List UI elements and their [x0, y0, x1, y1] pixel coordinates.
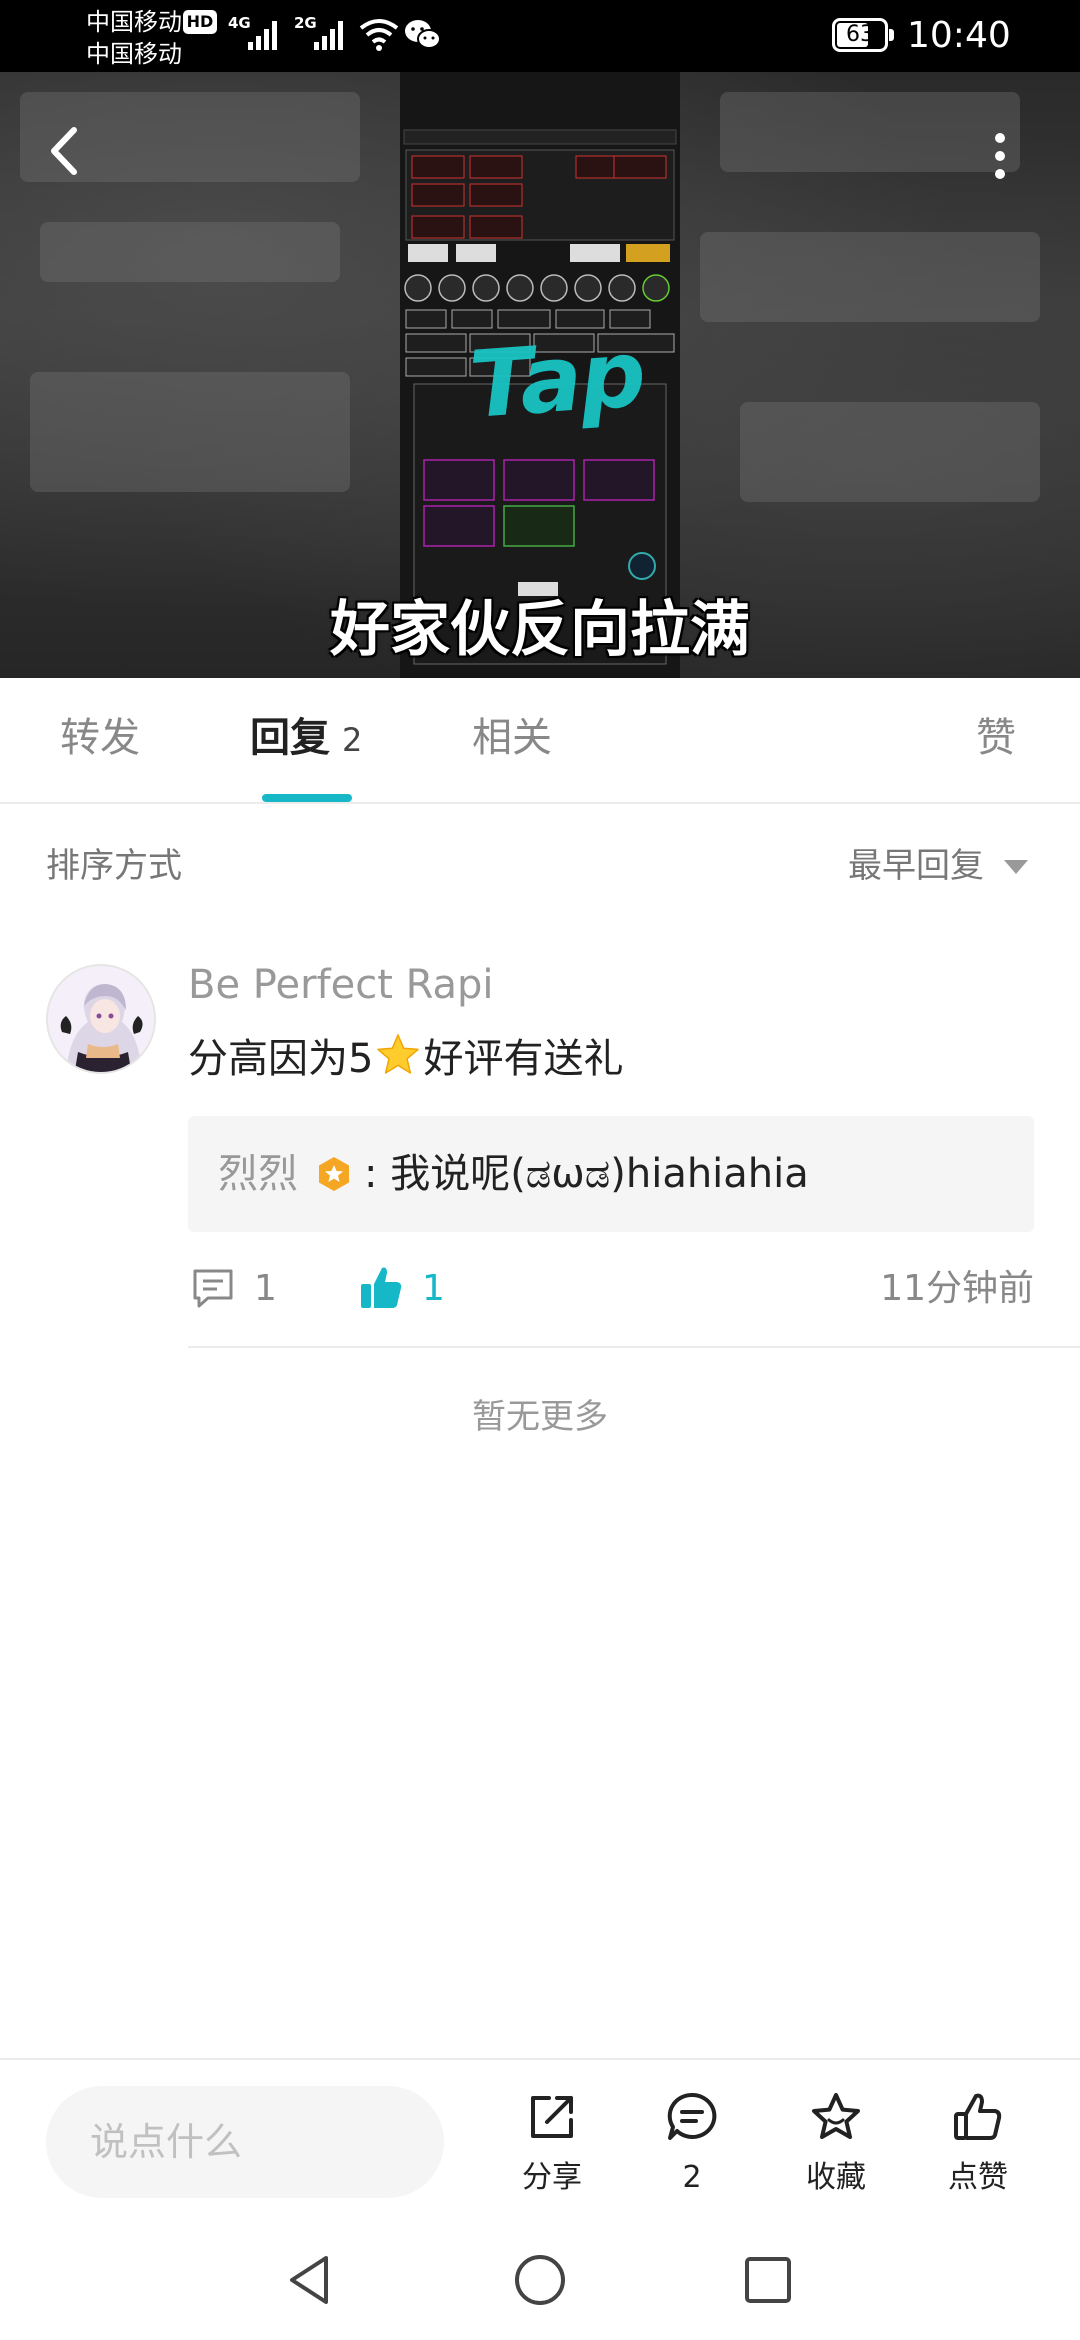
comment-text-part-1: 分高因为5 [188, 1036, 374, 1082]
battery-level: 63 [846, 22, 874, 47]
reply-author[interactable]: 烈烈 [218, 1148, 298, 1200]
share-button[interactable]: 分享 [502, 2090, 602, 2210]
comment-text-part-2: 好评有送礼 [423, 1036, 624, 1082]
tab-label: 转发 [60, 715, 140, 761]
active-tab-indicator [262, 794, 352, 802]
reply-count: 1 [254, 1268, 277, 1309]
nav-recents-icon[interactable] [738, 2250, 798, 2310]
thumbs-up-icon[interactable] [358, 1262, 404, 1312]
thumbs-up-outline-icon [954, 2093, 1002, 2140]
comment-bubble-icon[interactable] [190, 1266, 236, 1312]
comments-count-label: 2 [682, 2160, 702, 2195]
comment-time: 11分钟前 [880, 1268, 1034, 1309]
avatar[interactable] [46, 964, 156, 1074]
carrier-2: 中国移动 [86, 40, 182, 68]
tab-label: 赞 [976, 715, 1016, 761]
level-badge-icon [319, 1157, 349, 1191]
star-emoji-icon [377, 1034, 420, 1074]
back-button[interactable] [36, 116, 96, 186]
battery-icon: 63 [832, 18, 894, 52]
comment-author[interactable]: Be Perfect Rapi [188, 960, 494, 1010]
blurred-shape [30, 372, 350, 492]
system-nav-bar [0, 2220, 1080, 2340]
comments-button[interactable]: 2 [642, 2090, 742, 2210]
tab-replies[interactable]: 回复 2 [250, 712, 362, 766]
wifi-icon [359, 19, 399, 51]
signal-icon-2 [314, 21, 343, 50]
share-label: 分享 [522, 2160, 582, 2195]
comment-input[interactable] [46, 2086, 444, 2198]
nav-home-icon[interactable] [510, 2250, 570, 2310]
tap-watermark-logo: Tap [466, 320, 648, 439]
signal-icon [248, 21, 277, 50]
tab-related[interactable]: 相关 [472, 712, 552, 764]
video-subtitle: 好家伙反向拉满 [330, 595, 750, 665]
star-icon [812, 2093, 860, 2139]
no-more-text: 暂无更多 [472, 1397, 608, 1437]
like-count: 1 [422, 1268, 445, 1309]
tab-label: 回复 [250, 715, 330, 761]
tab-bar: 转发 回复 2 相关 赞 [0, 678, 1080, 804]
bottom-action-bar: 分享 2 收藏 点赞 [0, 2058, 1080, 2222]
blurred-shape [720, 92, 1020, 172]
tab-reply-count: 2 [342, 721, 363, 759]
more-options-button[interactable] [978, 124, 1022, 194]
status-time: 10:40 [907, 15, 1011, 56]
comment-text: 分高因为5 好评有送礼 [188, 1032, 623, 1086]
more-vertical-icon [995, 133, 1005, 179]
reply-text: : 我说呢(ಡωಡ)hiahiahia [364, 1151, 809, 1197]
sort-dropdown[interactable]: 最早回复 [848, 844, 984, 888]
nav-back-icon[interactable] [280, 2250, 340, 2310]
back-arrow-icon [51, 127, 77, 175]
reply-preview[interactable]: 烈烈 : 我说呢(ಡωಡ)hiahiahia [188, 1116, 1034, 1232]
divider [188, 1346, 1080, 1348]
caret-down-icon[interactable] [1004, 860, 1028, 874]
hd-badge: HD [183, 10, 217, 34]
tab-label: 相关 [472, 715, 552, 761]
video-player[interactable]: Tap 好家伙反向拉满 [0, 72, 1080, 678]
share-icon [531, 2096, 573, 2138]
favorite-button[interactable]: 收藏 [786, 2090, 886, 2210]
like-button[interactable]: 点赞 [928, 2090, 1028, 2210]
comment-actions: 1 1 11分钟前 [188, 1260, 1034, 1320]
comment-icon [667, 2092, 717, 2140]
sort-row: 排序方式 最早回复 [0, 804, 1080, 928]
wechat-icon [405, 20, 441, 49]
avatar-image [48, 966, 154, 1072]
tab-likes[interactable]: 赞 [976, 712, 1016, 764]
blurred-shape [700, 232, 1040, 322]
blurred-shape [740, 402, 1040, 502]
blurred-shape [40, 222, 340, 282]
like-label: 点赞 [948, 2160, 1008, 2195]
sort-label: 排序方式 [46, 846, 182, 886]
favorite-label: 收藏 [806, 2160, 866, 2195]
status-bar: 中国移动 中国移动 HD 4G 2G 63 10:40 [0, 0, 1080, 72]
carrier-1: 中国移动 [86, 8, 182, 36]
tab-repost[interactable]: 转发 [60, 712, 140, 764]
